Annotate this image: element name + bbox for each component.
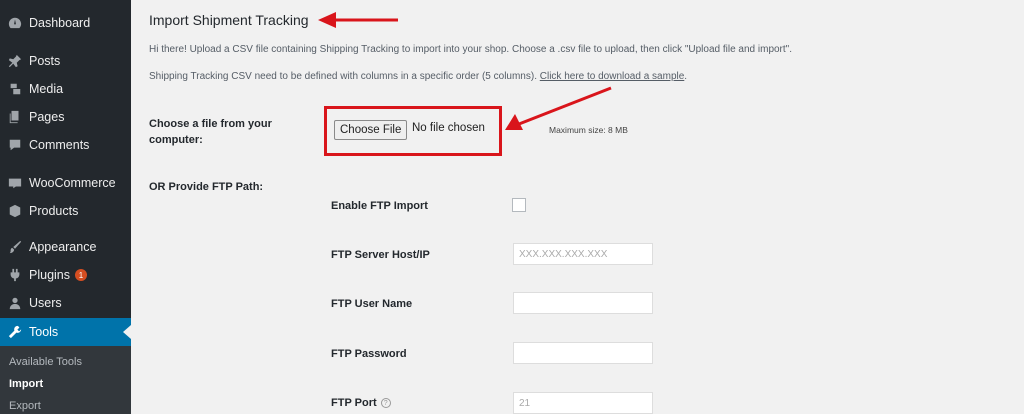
ftp-password-label: FTP Password: [331, 348, 407, 360]
choose-file-button[interactable]: Choose File: [334, 120, 408, 140]
columns-note-text: Shipping Tracking CSV need to be defined…: [149, 71, 540, 82]
update-count-badge: 1: [75, 269, 87, 281]
sidebar-item-products[interactable]: Products: [0, 197, 131, 225]
sidebar-item-label: WooCommerce: [29, 176, 116, 190]
annotation-arrow-title: [318, 12, 398, 28]
sidebar-item-label: Users: [29, 296, 62, 310]
sidebar-item-label: Dashboard: [29, 16, 91, 30]
sidebar-item-posts[interactable]: Posts: [0, 47, 131, 75]
enable-ftp-checkbox[interactable]: [512, 198, 526, 212]
sidebar-item-label: Appearance: [29, 240, 97, 254]
tools-submenu: Available Tools Import Export: [0, 346, 131, 414]
submenu-item-available-tools[interactable]: Available Tools: [9, 356, 82, 368]
woocommerce-icon: [7, 175, 23, 191]
file-upload-label: Choose a file from your computer:: [149, 118, 272, 146]
submenu-item-import[interactable]: Import: [9, 378, 43, 390]
main-content: Import Shipment Tracking Hi there! Uploa…: [131, 0, 1024, 414]
admin-sidebar: Dashboard Posts Media Pages Comments Woo…: [0, 0, 131, 414]
dashboard-icon: [7, 15, 23, 31]
sidebar-item-tools[interactable]: Tools: [0, 318, 131, 346]
sidebar-item-plugins[interactable]: Plugins 1: [0, 261, 131, 289]
sidebar-item-pages[interactable]: Pages: [0, 103, 131, 131]
sidebar-item-label: Products: [29, 204, 79, 218]
annotation-arrow-file: [505, 86, 612, 130]
ftp-user-input[interactable]: [513, 292, 653, 314]
sidebar-item-comments[interactable]: Comments: [0, 131, 131, 159]
sidebar-item-appearance[interactable]: Appearance: [0, 233, 131, 261]
file-status-text: No file chosen: [412, 122, 485, 134]
sidebar-item-label: Media: [29, 82, 64, 96]
sidebar-item-label: Pages: [29, 110, 65, 124]
pages-icon: [7, 109, 23, 125]
columns-note: Shipping Tracking CSV need to be defined…: [149, 71, 687, 82]
ftp-host-input[interactable]: XXX.XXX.XXX.XXX: [513, 243, 653, 265]
ftp-user-label: FTP User Name: [331, 298, 413, 310]
intro-text: Hi there! Upload a CSV file containing S…: [149, 44, 792, 55]
pin-icon: [7, 53, 23, 69]
ftp-section-label: OR Provide FTP Path:: [149, 181, 264, 193]
ftp-port-input[interactable]: 21: [513, 392, 653, 414]
ftp-host-label: FTP Server Host/IP: [331, 249, 430, 261]
ftp-port-label-text: FTP Port: [331, 397, 377, 409]
wrench-icon: [7, 324, 23, 340]
sidebar-item-users[interactable]: Users: [0, 289, 131, 317]
sidebar-item-woocommerce[interactable]: WooCommerce: [0, 169, 131, 197]
plug-icon: [7, 267, 23, 283]
ftp-port-label: FTP Port?: [331, 397, 391, 409]
products-icon: [7, 203, 23, 219]
sidebar-item-label: Posts: [29, 54, 61, 68]
download-sample-link[interactable]: Click here to download a sample: [540, 71, 685, 82]
sidebar-item-dashboard[interactable]: Dashboard: [0, 9, 131, 37]
page-title: Import Shipment Tracking: [149, 12, 309, 28]
comments-icon: [7, 137, 23, 153]
help-icon[interactable]: ?: [380, 398, 391, 409]
sidebar-item-label: Plugins: [29, 268, 70, 282]
brush-icon: [7, 239, 23, 255]
users-icon: [7, 295, 23, 311]
enable-ftp-label: Enable FTP Import: [331, 200, 428, 212]
media-icon: [7, 81, 23, 97]
submenu-item-export[interactable]: Export: [9, 400, 41, 412]
sidebar-item-label: Tools: [29, 325, 59, 339]
sidebar-item-media[interactable]: Media: [0, 75, 131, 103]
columns-note-suffix: .: [684, 71, 688, 82]
sidebar-item-label: Comments: [29, 138, 90, 152]
ftp-password-input[interactable]: [513, 342, 653, 364]
